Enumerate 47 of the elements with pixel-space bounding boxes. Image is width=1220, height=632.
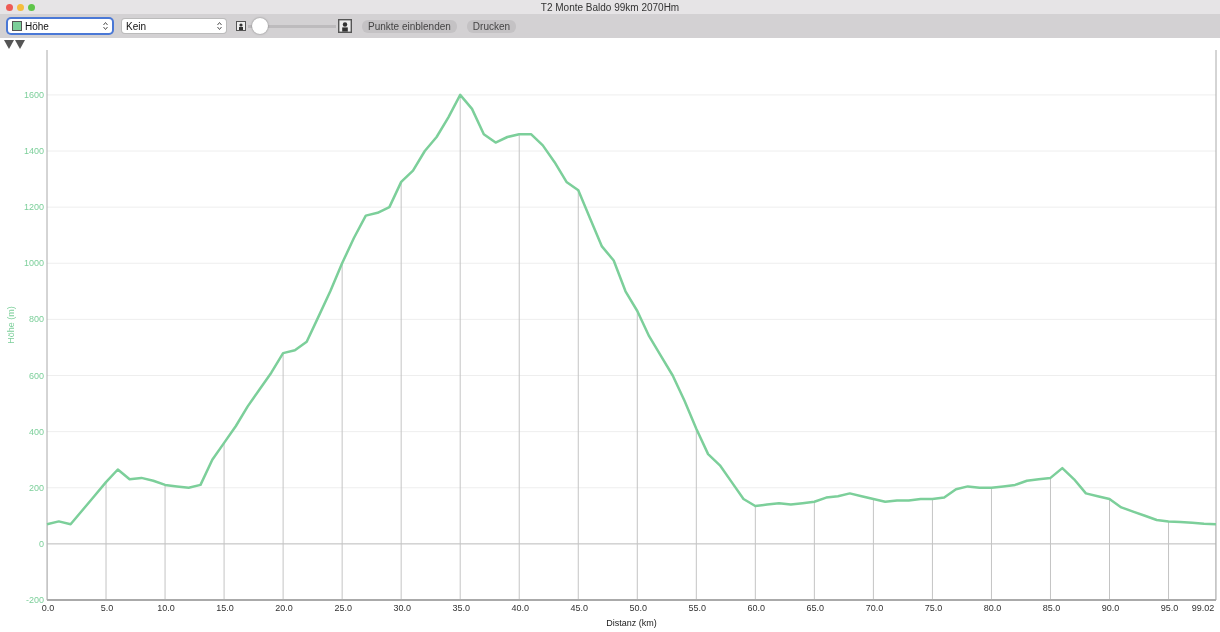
window-title: T2 Monte Baldo 99km 2070Hm: [540, 1, 680, 13]
x-tick-label: 80.0: [983, 603, 1002, 613]
x-tick-label: 35.0: [452, 603, 470, 613]
x-tick-label: 5.0: [100, 603, 114, 613]
y-tick-label: 1400: [23, 146, 44, 156]
x-tick-label: 20.0: [275, 603, 293, 613]
y-axis-title: Höhe (m): [6, 306, 16, 344]
y-tick-label: 400: [28, 426, 44, 437]
x-axis-title: Distanz (km): [606, 618, 657, 628]
x-tick-label: 15.0: [216, 603, 234, 613]
y-tick-label: 1000: [23, 258, 44, 269]
x-tick-label: 85.0: [1042, 603, 1061, 613]
x-tick-label: 60.0: [747, 603, 766, 613]
x-axis-dropdown[interactable]: Kein: [122, 19, 226, 33]
close-button[interactable]: [6, 3, 13, 11]
y-tick-label: 600: [28, 370, 44, 381]
y-tick-label: 800: [28, 314, 44, 325]
x-tick-label: 55.0: [688, 603, 707, 613]
x-tick-label: 95.0: [1160, 603, 1179, 613]
x-tick-label: 99.02: [1191, 603, 1215, 613]
x-tick-label: 0.0: [41, 603, 55, 613]
zoom-button[interactable]: [28, 3, 35, 11]
y-tick-label: 0: [39, 538, 44, 549]
small-person-icon[interactable]: [236, 21, 246, 31]
y-tick-label: 200: [28, 482, 44, 493]
large-person-icon[interactable]: [338, 19, 352, 33]
slider-thumb[interactable]: [251, 18, 268, 34]
x-tick-label: 25.0: [334, 603, 352, 613]
toolbar-button[interactable]: Drucken: [466, 19, 517, 33]
toolbar-button[interactable]: Punkte einblenden: [362, 19, 457, 33]
x-tick-label: 70.0: [865, 603, 884, 613]
x-tick-label: 90.0: [1101, 603, 1120, 613]
x-tick-label: 75.0: [924, 603, 943, 613]
x-tick-label: 40.0: [511, 603, 529, 613]
minimize-button[interactable]: [17, 3, 24, 11]
x-tick-label: 45.0: [570, 603, 588, 613]
x-tick-label: 30.0: [393, 603, 411, 613]
x-tick-label: 50.0: [629, 603, 648, 613]
y-tick-label: 1200: [23, 202, 44, 213]
y-axis-dropdown[interactable]: Höhe: [8, 19, 112, 33]
updown-caret-icon: [217, 22, 222, 30]
x-tick-label: 10.0: [157, 603, 175, 613]
x-tick-label: 65.0: [806, 603, 825, 613]
y-tick-label: -200: [26, 595, 44, 605]
updown-caret-icon: [103, 22, 108, 30]
y-tick-label: 1600: [23, 89, 44, 100]
series-swatch-icon: [12, 21, 22, 31]
